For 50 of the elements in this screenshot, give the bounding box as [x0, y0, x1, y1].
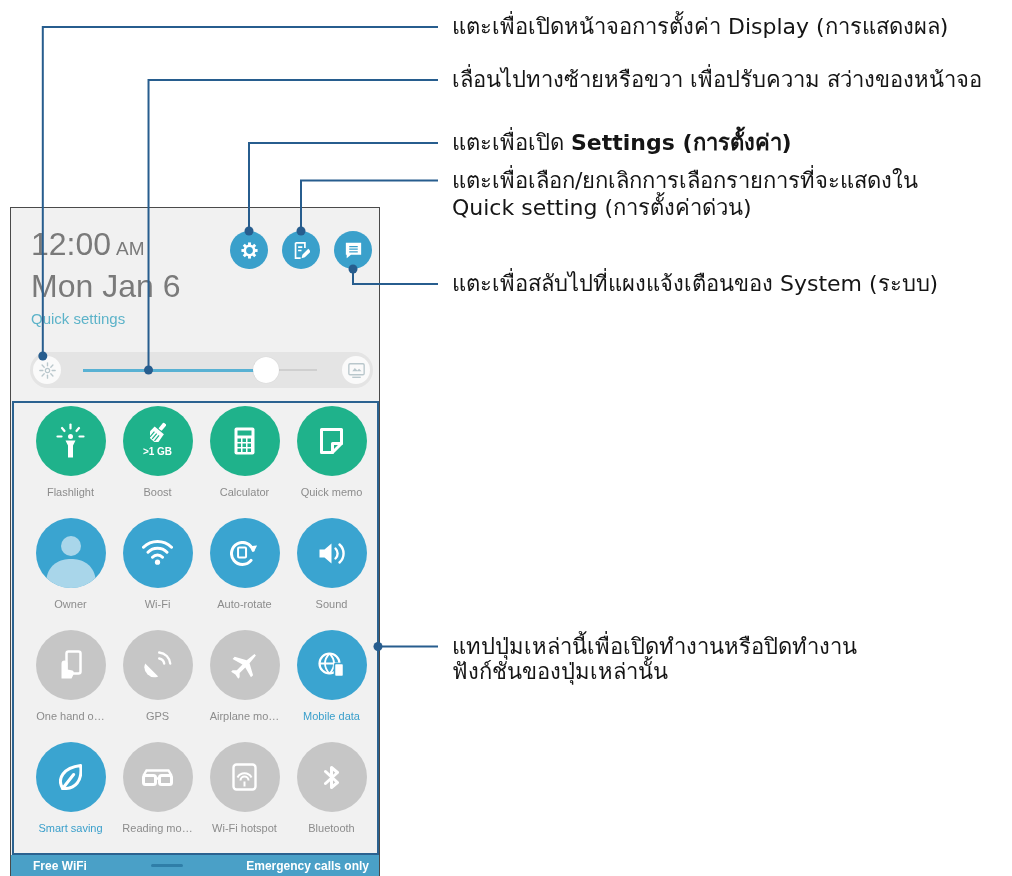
rotate-icon: [230, 540, 259, 566]
tile-label: Sound: [315, 597, 348, 611]
notifications-button[interactable]: [334, 231, 372, 269]
wifi-icon: [142, 539, 173, 567]
gear-icon: [240, 241, 258, 259]
screen-icon: [347, 361, 365, 379]
drag-handle[interactable]: [150, 864, 183, 867]
edit-button[interactable]: [282, 231, 320, 269]
tile-label: One hand o…: [36, 709, 105, 723]
glasses-icon: [142, 768, 173, 786]
globe-icon: [318, 652, 345, 678]
auto-brightness-button[interactable]: [342, 356, 370, 384]
emergency-status: Emergency calls only: [246, 857, 369, 874]
leaf-icon: [58, 763, 83, 791]
phone-icon: [59, 650, 82, 680]
tile-label: GPS: [145, 709, 170, 723]
bluetooth-icon: [324, 765, 339, 789]
speaker-icon: [317, 541, 346, 565]
tile-label: Auto-rotate: [217, 597, 272, 611]
sun-icon: [38, 361, 56, 379]
slider-thumb[interactable]: [252, 357, 279, 383]
tile-label: Calculator: [219, 485, 270, 499]
tile-label: Bluetooth: [308, 821, 355, 835]
chat-bubble-icon: [344, 241, 362, 259]
hotspot-icon: [232, 763, 257, 791]
network-name: Free WiFi: [33, 857, 87, 874]
satellite-icon: [143, 651, 172, 679]
tile-label: Wi-Fi: [144, 597, 171, 611]
flashlight-icon: [56, 423, 85, 459]
tile-label: Smart saving: [38, 821, 103, 835]
tile-label: Flashlight: [46, 485, 95, 499]
clock-meridiem: AM: [116, 237, 145, 261]
tile-label: Quick memo: [300, 485, 363, 499]
callout-text: แตะเพื่อเปิดหน้าจอการตั้งค่า Display (การแสดงผล): [452, 13, 949, 41]
tile-label: Mobile data: [303, 709, 360, 723]
tile-label: Airplane mo…: [209, 709, 280, 723]
settings-button[interactable]: [230, 231, 268, 269]
callout-text: แตะเพื่อสลับไปที่แผงแจ้งเตือนของ System (ระบบ): [452, 270, 939, 298]
display-settings-button[interactable]: [33, 356, 61, 384]
calculator-icon: [233, 426, 256, 456]
edit-icon: [292, 241, 310, 259]
tile-label: Reading mo…: [122, 821, 193, 835]
callout-text: แตะเพื่อเลือก/ยกเลิกการเลือกรายการที่จะแสดงใน Quick setting (การตั้งค่าด่วน): [452, 167, 919, 221]
note-icon: [320, 428, 343, 454]
tile-label: Wi-Fi hotspot: [212, 821, 277, 835]
tile-label: Owner: [54, 597, 87, 611]
quick-setting-button[interactable]: >1 GB: [122, 406, 193, 476]
broom-icon: [149, 420, 166, 442]
callout-text: เลื่อนไปทางซ้ายหรือขวา เพื่อปรับความ สว่างของหน้าจอ: [452, 66, 982, 94]
tile-label: Boost: [143, 485, 172, 499]
